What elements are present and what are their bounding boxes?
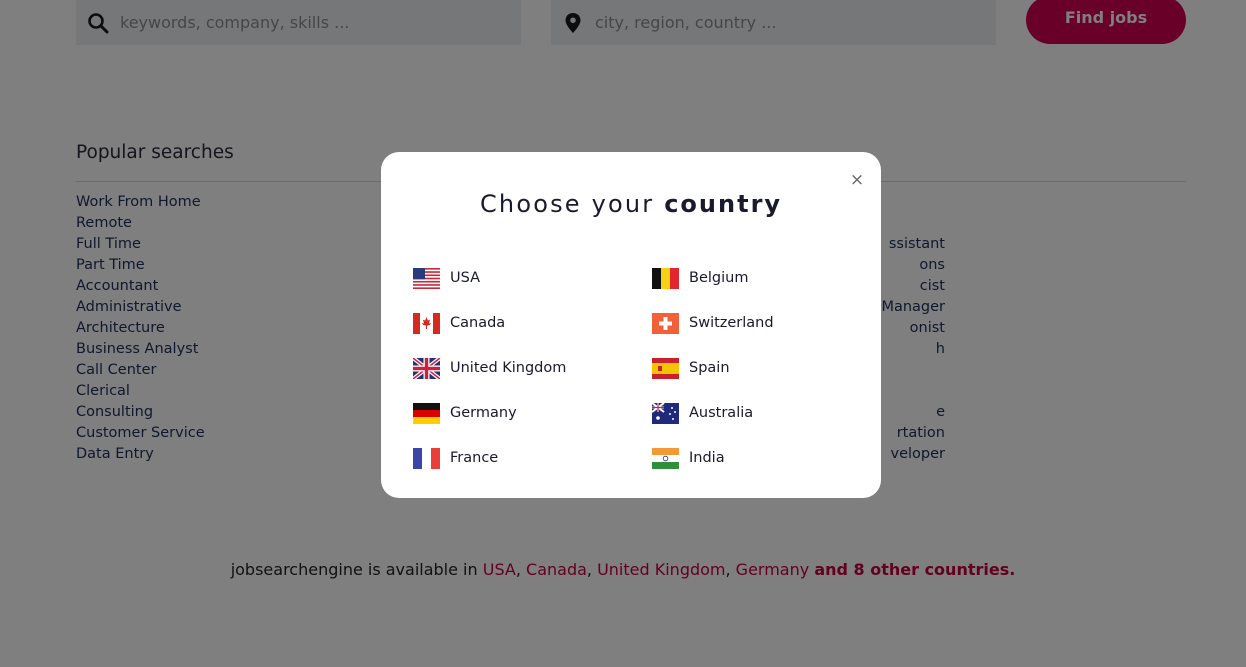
de-flag-icon: [413, 402, 440, 424]
country-name: Germany: [450, 405, 517, 421]
country-option-india[interactable]: India: [652, 445, 725, 471]
ca-flag-icon: [413, 312, 440, 334]
ch-flag-icon: [652, 312, 679, 334]
modal-title-regular: Choose your: [479, 190, 655, 218]
country-name: France: [450, 450, 499, 466]
modal-title-bold: country: [664, 190, 783, 218]
be-flag-icon: [652, 267, 679, 289]
country-option-spain[interactable]: Spain: [652, 355, 730, 381]
in-flag-icon: [652, 447, 679, 469]
country-option-united-kingdom[interactable]: United Kingdom: [413, 355, 566, 381]
au-flag-icon: [652, 402, 679, 424]
country-name: Spain: [689, 360, 730, 376]
country-option-germany[interactable]: Germany: [413, 400, 517, 426]
us-flag-icon: [413, 267, 440, 289]
country-option-france[interactable]: France: [413, 445, 498, 471]
fr-flag-icon: [413, 447, 440, 469]
country-name: United Kingdom: [450, 360, 567, 376]
country-option-usa[interactable]: USA: [413, 265, 480, 291]
es-flag-icon: [652, 357, 679, 379]
country-option-switzerland[interactable]: Switzerland: [652, 310, 774, 336]
country-name: Belgium: [689, 270, 749, 286]
country-name: Canada: [450, 315, 506, 331]
country-option-belgium[interactable]: Belgium: [652, 265, 748, 291]
close-icon[interactable]: ×: [847, 170, 867, 190]
country-name: Switzerland: [689, 315, 774, 331]
country-name: USA: [450, 270, 481, 286]
country-name: India: [689, 450, 725, 466]
country-option-canada[interactable]: Canada: [413, 310, 505, 336]
modal-title: Choose your country: [381, 190, 881, 218]
country-option-australia[interactable]: Australia: [652, 400, 753, 426]
gb-flag-icon: [413, 357, 440, 379]
country-chooser-modal: × Choose your country USA Canada United …: [381, 152, 881, 498]
country-name: Australia: [689, 405, 754, 421]
